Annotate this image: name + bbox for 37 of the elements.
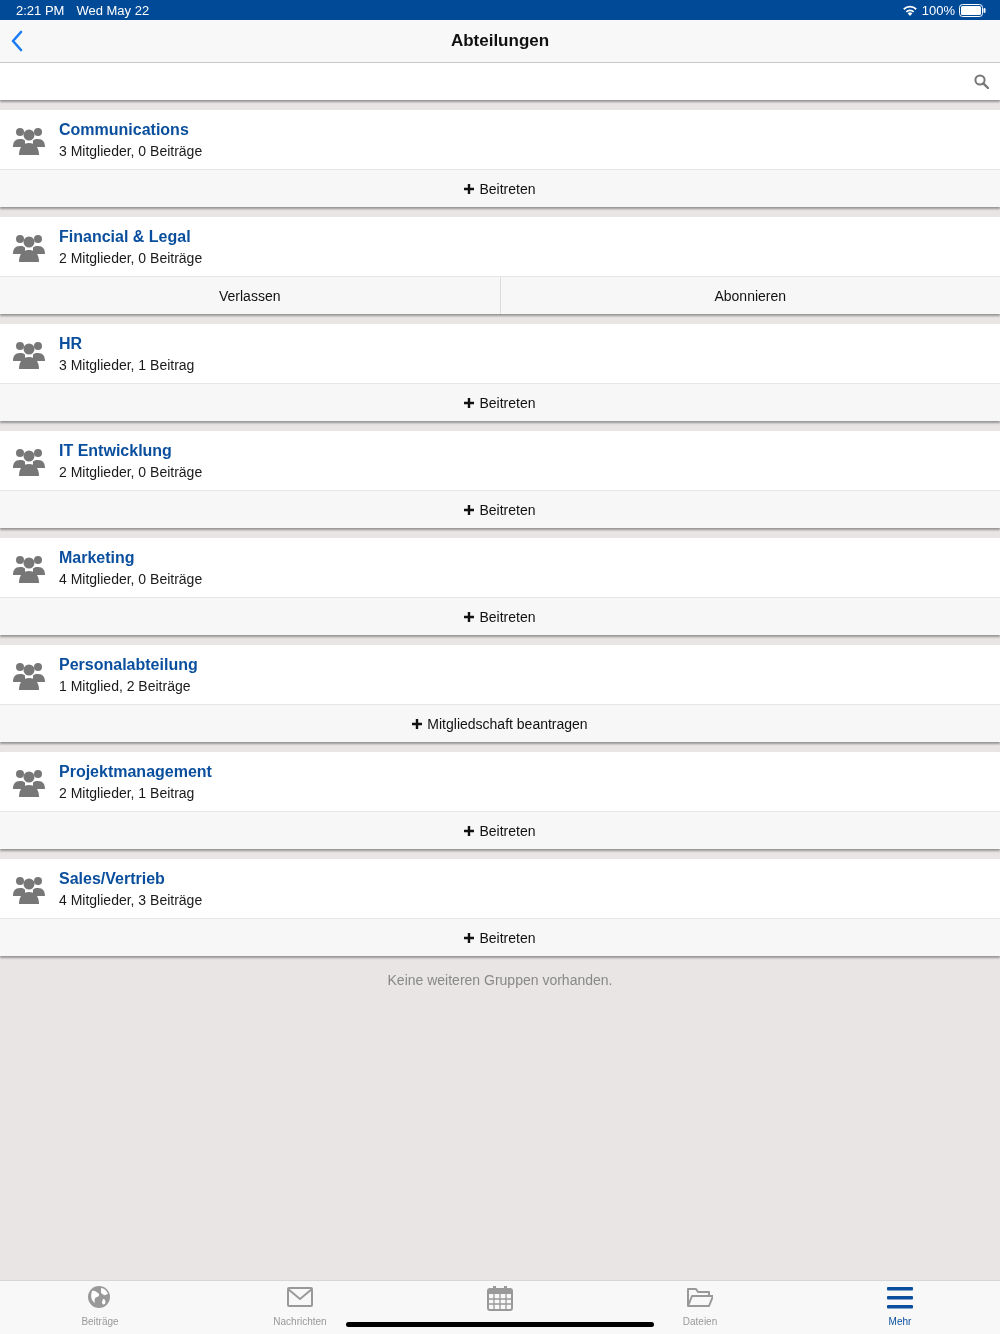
page-title: Abteilungen (450, 31, 550, 51)
globe-icon (87, 1285, 113, 1311)
group-name[interactable]: Sales/Vertrieb (59, 869, 203, 888)
tab-bar-item[interactable]: Mehr (800, 1281, 1000, 1334)
group-stats: 2 Mitglieder, 0 Beiträge (59, 249, 203, 266)
group-name[interactable]: Communications (59, 120, 203, 139)
group-name[interactable]: IT Entwicklung (59, 441, 203, 460)
battery-level: 100% (921, 2, 955, 18)
group-stats: 1 Mitglied, 2 Beiträge (59, 677, 192, 694)
group-stats: 2 Mitglieder, 0 Beiträge (59, 463, 203, 480)
status-date: Wed May 22 (76, 2, 150, 18)
group-name[interactable]: Personalabteilung (59, 655, 198, 674)
search-icon (974, 74, 989, 89)
menu-icon (887, 1285, 913, 1311)
group-name[interactable]: Financial & Legal (59, 227, 203, 246)
group-stats: 4 Mitglieder, 3 Beiträge (59, 891, 203, 908)
plus-icon (464, 932, 475, 943)
group-stats: 3 Mitglieder, 0 Beiträge (59, 142, 203, 159)
battery-icon (959, 3, 986, 17)
status-time: 2:21 PM (16, 2, 65, 18)
group-stats: 2 Mitglieder, 1 Beitrag (59, 784, 196, 801)
group-stats: 3 Mitglieder, 1 Beitrag (59, 356, 195, 373)
group-name[interactable]: Marketing (59, 548, 203, 567)
empty-list-note: Keine weiteren Gruppen vorhanden. (386, 972, 614, 988)
plus-icon (464, 183, 475, 194)
plus-icon (464, 504, 475, 515)
plus-icon (412, 718, 423, 729)
plus-icon (464, 611, 475, 622)
plus-icon (464, 825, 475, 836)
wifi-icon (901, 4, 918, 16)
search-field[interactable] (0, 63, 1000, 100)
group-name[interactable]: Projektmanagement (59, 762, 212, 781)
plus-icon (464, 397, 475, 408)
group-stats: 4 Mitglieder, 0 Beiträge (59, 570, 203, 587)
back-icon (10, 30, 24, 52)
calendar-icon (487, 1285, 513, 1311)
group-name[interactable]: HR (59, 334, 195, 353)
